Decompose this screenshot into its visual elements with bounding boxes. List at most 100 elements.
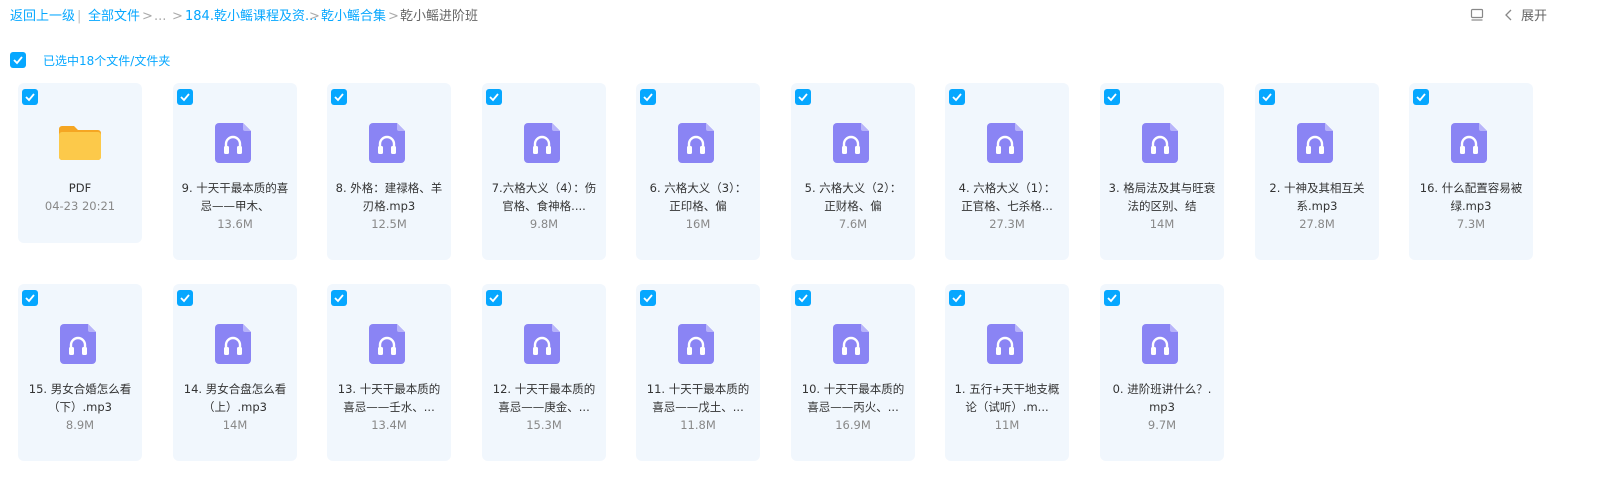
item-checkbox[interactable] xyxy=(640,290,656,306)
item-checkbox[interactable] xyxy=(640,89,656,105)
item-checkbox[interactable] xyxy=(795,89,811,105)
item-checkbox[interactable] xyxy=(22,89,38,105)
breadcrumb-all-files[interactable]: 全部文件 xyxy=(88,8,140,26)
item-name[interactable]: 14. 男女合盘怎么看（上）.mp3 xyxy=(181,380,289,416)
breadcrumb-folder-1[interactable]: 184.乾小鳐课程及资... xyxy=(185,8,317,26)
item-name[interactable]: 2. 十神及其相互关系.mp3 xyxy=(1263,179,1371,215)
item-checkbox[interactable] xyxy=(1413,89,1429,105)
top-bar: 返回上一级 | 全部文件 > ... > 184.乾小鳐课程及资... > 乾小… xyxy=(0,0,1622,34)
item-size: 7.3M xyxy=(1456,217,1486,231)
file-card[interactable]: 12. 十天干最本质的喜忌——庚金、... 15.3M xyxy=(482,284,606,461)
file-card[interactable]: 15. 男女合婚怎么看（下）.mp3 8.9M xyxy=(18,284,142,461)
file-card[interactable]: 5. 六格大义（2）：正财格、偏 7.6M xyxy=(791,83,915,260)
item-name[interactable]: 1. 五行+天干地支概论（试听）.m... xyxy=(953,380,1061,416)
breadcrumb-separator: > xyxy=(172,9,183,24)
select-all-checkbox[interactable] xyxy=(10,52,26,68)
file-card[interactable]: 6. 六格大义（3）：正印格、偏 16M xyxy=(636,83,760,260)
file-card[interactable]: 2. 十神及其相互关系.mp3 27.8M xyxy=(1255,83,1379,260)
item-checkbox[interactable] xyxy=(177,89,193,105)
file-card[interactable]: 0. 进阶班讲什么？.mp3 9.7M xyxy=(1100,284,1224,461)
item-name[interactable]: 9. 十天干最本质的喜忌——甲木、 xyxy=(181,179,289,215)
item-checkbox[interactable] xyxy=(1104,89,1120,105)
breadcrumb-separator: > xyxy=(142,9,153,24)
audio-file-icon xyxy=(369,123,409,163)
item-size: 14M xyxy=(222,418,248,432)
back-link[interactable]: 返回上一级 xyxy=(10,8,75,26)
file-card[interactable]: 7.六格大义（4）：伤官格、食神格.... 9.8M xyxy=(482,83,606,260)
file-card[interactable]: 13. 十天干最本质的喜忌——壬水、... 13.4M xyxy=(327,284,451,461)
item-size: 8.9M xyxy=(65,418,95,432)
item-name[interactable]: 12. 十天干最本质的喜忌——庚金、... xyxy=(490,380,598,416)
chevron-left-icon[interactable] xyxy=(1504,8,1514,26)
audio-file-icon xyxy=(678,123,718,163)
breadcrumb-separator: > xyxy=(388,9,399,24)
item-name[interactable]: 4. 六格大义（1）：正官格、七杀格... xyxy=(953,179,1061,215)
item-checkbox[interactable] xyxy=(949,290,965,306)
item-size: 16M xyxy=(685,217,711,231)
item-name[interactable]: 5. 六格大义（2）：正财格、偏 xyxy=(799,179,907,215)
item-name[interactable]: 16. 什么配置容易被绿.mp3 xyxy=(1417,179,1525,215)
item-name[interactable]: 8. 外格：建禄格、羊刃格.mp3 xyxy=(335,179,443,215)
audio-file-icon xyxy=(1142,324,1182,364)
file-card[interactable]: 11. 十天干最本质的喜忌——戊土、... 11.8M xyxy=(636,284,760,461)
item-name[interactable]: 10. 十天干最本质的喜忌——丙火、... xyxy=(799,380,907,416)
item-name[interactable]: 11. 十天干最本质的喜忌——戊土、... xyxy=(644,380,752,416)
audio-file-icon xyxy=(833,324,873,364)
item-name[interactable]: 3. 格局法及其与旺衰法的区别、结 xyxy=(1108,179,1216,215)
folder-card[interactable]: PDF 04-23 20:21 xyxy=(18,83,142,243)
breadcrumb-divider: | xyxy=(77,9,82,24)
audio-file-icon xyxy=(678,324,718,364)
item-checkbox[interactable] xyxy=(486,290,502,306)
audio-file-icon xyxy=(60,324,100,364)
audio-file-icon xyxy=(215,123,255,163)
layout-toggle-icon[interactable] xyxy=(1470,8,1484,26)
audio-file-icon xyxy=(987,123,1027,163)
item-checkbox[interactable] xyxy=(331,290,347,306)
item-size: 9.8M xyxy=(529,217,559,231)
item-checkbox[interactable] xyxy=(1259,89,1275,105)
item-name[interactable]: 0. 进阶班讲什么？.mp3 xyxy=(1108,380,1216,416)
selection-count: 已选中18个文件/文件夹 xyxy=(43,54,171,68)
item-size: 27.8M xyxy=(1299,217,1335,231)
file-card[interactable]: 4. 六格大义（1）：正官格、七杀格... 27.3M xyxy=(945,83,1069,260)
item-date: 04-23 20:21 xyxy=(44,199,116,213)
audio-file-icon xyxy=(833,123,873,163)
item-name[interactable]: 6. 六格大义（3）：正印格、偏 xyxy=(644,179,752,215)
audio-file-icon xyxy=(524,324,564,364)
item-checkbox[interactable] xyxy=(486,89,502,105)
file-card[interactable]: 9. 十天干最本质的喜忌——甲木、 13.6M xyxy=(173,83,297,260)
file-card[interactable]: 8. 外格：建禄格、羊刃格.mp3 12.5M xyxy=(327,83,451,260)
file-card[interactable]: 16. 什么配置容易被绿.mp3 7.3M xyxy=(1409,83,1533,260)
file-card[interactable]: 1. 五行+天干地支概论（试听）.m... 11M xyxy=(945,284,1069,461)
item-checkbox[interactable] xyxy=(795,290,811,306)
item-size: 14M xyxy=(1149,217,1175,231)
item-size: 7.6M xyxy=(838,217,868,231)
item-name[interactable]: 15. 男女合婚怎么看（下）.mp3 xyxy=(26,380,134,416)
item-size: 13.4M xyxy=(371,418,407,432)
breadcrumb-folder-2[interactable]: 乾小鳐合集 xyxy=(321,8,386,26)
item-checkbox[interactable] xyxy=(22,290,38,306)
item-checkbox[interactable] xyxy=(1104,290,1120,306)
item-size: 13.6M xyxy=(217,217,253,231)
audio-file-icon xyxy=(987,324,1027,364)
file-card[interactable]: 14. 男女合盘怎么看（上）.mp3 14M xyxy=(173,284,297,461)
item-checkbox[interactable] xyxy=(949,89,965,105)
item-name[interactable]: 13. 十天干最本质的喜忌——壬水、... xyxy=(335,380,443,416)
audio-file-icon xyxy=(1142,123,1182,163)
file-card[interactable]: 3. 格局法及其与旺衰法的区别、结 14M xyxy=(1100,83,1224,260)
item-size: 11.8M xyxy=(680,418,716,432)
audio-file-icon xyxy=(1451,123,1491,163)
breadcrumb-ellipsis[interactable]: ... xyxy=(154,8,166,26)
breadcrumb-current: 乾小鳐进阶班 xyxy=(400,9,479,24)
breadcrumb-separator: > xyxy=(309,9,320,24)
expand-button[interactable]: 展开 xyxy=(1521,8,1547,26)
item-name[interactable]: 7.六格大义（4）：伤官格、食神格.... xyxy=(490,179,598,215)
audio-file-icon xyxy=(524,123,564,163)
item-size: 27.3M xyxy=(989,217,1025,231)
file-card[interactable]: 10. 十天干最本质的喜忌——丙火、... 16.9M xyxy=(791,284,915,461)
folder-icon xyxy=(57,123,103,163)
item-name[interactable]: PDF xyxy=(26,179,134,197)
item-checkbox[interactable] xyxy=(177,290,193,306)
item-size: 16.9M xyxy=(835,418,871,432)
item-checkbox[interactable] xyxy=(331,89,347,105)
